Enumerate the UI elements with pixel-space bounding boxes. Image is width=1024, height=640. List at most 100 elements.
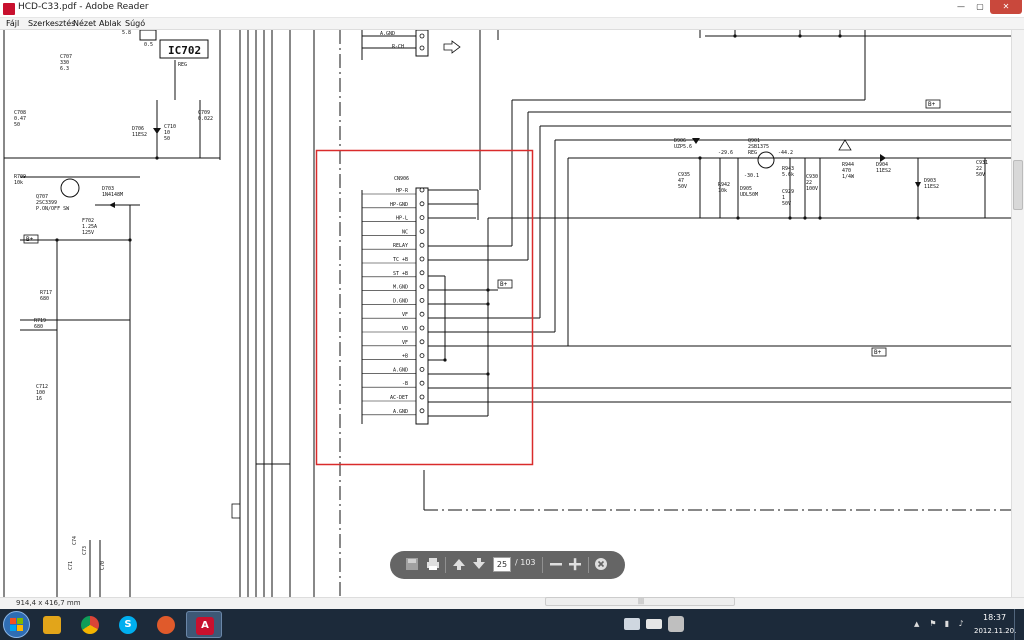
component-value: REG	[748, 150, 757, 156]
menu-bar: Fájl Szerkesztés Nézet Ablak Súgó	[0, 18, 1024, 30]
component-value: 11ES2	[132, 132, 147, 138]
flag-icon[interactable]: ⚑	[928, 619, 938, 629]
component-value: UDL50M	[740, 192, 758, 198]
component-label: R70910k	[14, 174, 26, 186]
misc-ref: C74	[72, 536, 78, 545]
close-toolbar-icon[interactable]	[593, 557, 609, 573]
connector-pin-label: -B	[402, 381, 408, 387]
connector-pin-label: HP-R	[396, 188, 409, 194]
component-value: 10k	[14, 180, 23, 186]
save-icon[interactable]	[404, 557, 420, 573]
folder-icon	[43, 616, 61, 634]
component-value: 50	[164, 136, 170, 142]
component-value: 10k	[718, 188, 727, 194]
toolbar-separator	[445, 557, 446, 573]
component-label: D90411ES2	[876, 162, 891, 174]
menu-window[interactable]: Ablak	[99, 18, 121, 30]
horizontal-scrollbar[interactable]: |||	[545, 597, 735, 606]
misc-ref: C73	[82, 546, 88, 555]
taskbar-maps[interactable]	[148, 611, 184, 638]
zoom-out-icon[interactable]	[548, 557, 564, 573]
connector-pin-label: VD	[402, 326, 408, 332]
menu-edit[interactable]: Szerkesztés	[28, 18, 75, 30]
component-label: D90311ES2	[924, 178, 939, 190]
minimize-button[interactable]: —	[952, 0, 970, 14]
clock-time[interactable]: 18:37	[983, 613, 1006, 622]
connector-pin-label: +B	[402, 354, 408, 360]
component-label: C71210016	[36, 384, 48, 402]
connector-pin-dot	[419, 284, 425, 290]
highlight-box	[315, 149, 534, 466]
ic-sub-label: REG	[178, 62, 187, 68]
component-label: R9444701/4W	[842, 162, 855, 180]
volume-icon[interactable]: ♪	[956, 619, 966, 629]
close-button[interactable]: ✕	[990, 0, 1022, 14]
voltage-label: 0.5	[144, 42, 153, 48]
misc-ref: C70	[100, 561, 106, 570]
taskbar-pinned-group[interactable]	[620, 611, 690, 638]
connector-title: CN906	[394, 176, 409, 182]
map-pin-icon	[157, 616, 175, 634]
component-label: D70611ES2	[132, 126, 147, 138]
schematic-drawing: CN906 HP-R HP-GND HP-L NC RELAY TC +B ST +B M.G…	[3, 30, 1011, 597]
vertical-scrollbar[interactable]	[1011, 30, 1024, 597]
menu-help[interactable]: Súgó	[125, 18, 145, 30]
component-label: Q7072SC3399P.ON/OFF SW	[36, 194, 70, 212]
connector-pin-dot	[419, 339, 425, 345]
misc-ref: C71	[68, 561, 74, 570]
toolbar-separator	[588, 557, 589, 573]
taskbar-explorer[interactable]	[34, 611, 70, 638]
tray-expand-icon[interactable]: ▲	[914, 620, 919, 628]
document-view[interactable]: CN906 HP-R HP-GND HP-L NC RELAY TC +B ST +B M.G…	[0, 30, 1011, 597]
taskbar-skype[interactable]: S	[110, 611, 146, 638]
component-label: D905UDL50M	[740, 186, 758, 198]
title-bar: HCD-C33.pdf - Adobe Reader — ▢ ✕	[0, 0, 1024, 18]
badge: B+	[500, 281, 508, 288]
component-label: R9435.6k	[782, 166, 794, 178]
menu-view[interactable]: Nézet	[73, 18, 96, 30]
connector-pin-label: TC +B	[393, 257, 408, 263]
prev-page-icon[interactable]	[451, 557, 467, 573]
chrome-icon	[81, 616, 99, 634]
menu-file[interactable]: Fájl	[6, 18, 19, 30]
connector-pin-label: RELAY	[393, 243, 408, 249]
component-label: C7080.4750	[14, 110, 26, 128]
component-value: 50V	[976, 172, 985, 178]
page-size-label: 914,4 x 416,7 mm	[16, 599, 81, 607]
component-value: 680	[34, 324, 43, 330]
taskbar-chrome[interactable]	[72, 611, 108, 638]
connector-pin-dot	[419, 408, 425, 414]
print-icon[interactable]	[425, 557, 441, 573]
scrollbar-thumb[interactable]	[1013, 160, 1023, 210]
connector-pin-dot	[419, 45, 425, 51]
connector-pin-dot	[419, 297, 425, 303]
network-icon[interactable]: ▮	[942, 619, 952, 629]
component-label: D7031N4148M	[102, 186, 123, 198]
component-value: 16	[36, 396, 42, 402]
connector-pin-dot	[419, 215, 425, 221]
connector-pin-dot	[419, 270, 425, 276]
component-label: C7073306.3	[60, 54, 72, 72]
connector-pin-label: A.GND	[393, 367, 408, 373]
clock-date[interactable]: 2012.11.20.	[974, 627, 1016, 635]
component-value: 50V	[782, 201, 791, 207]
component-label: C93022100V	[806, 174, 818, 192]
component-value: 5.6k	[782, 172, 794, 178]
taskbar-adobe-reader[interactable]: A	[186, 611, 222, 638]
connector-pin-dot	[419, 366, 425, 372]
connector-pin-dot	[419, 311, 425, 317]
badge: B+	[928, 101, 936, 108]
maximize-button[interactable]: ▢	[971, 0, 989, 14]
connector-pin-dot	[419, 325, 425, 331]
show-desktop-button[interactable]	[1014, 609, 1024, 640]
page-number-input[interactable]: 25	[493, 557, 511, 572]
windows-flag-icon	[10, 618, 23, 631]
connector-pin-dot	[419, 353, 425, 359]
device-icon	[668, 616, 684, 632]
next-page-icon[interactable]	[471, 557, 487, 573]
start-button[interactable]	[3, 611, 30, 638]
component-value: 680	[40, 296, 49, 302]
zoom-in-icon[interactable]	[567, 557, 583, 573]
component-label: R94210k	[718, 182, 730, 194]
component-value: 100V	[806, 186, 818, 192]
